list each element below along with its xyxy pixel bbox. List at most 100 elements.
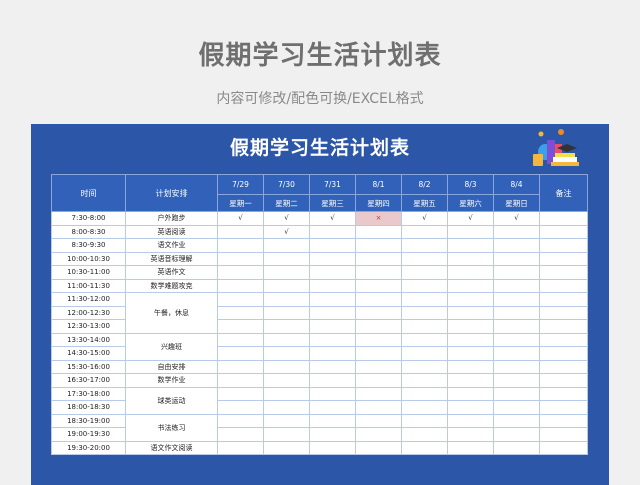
mark-cell[interactable] <box>309 400 356 415</box>
mark-cell[interactable] <box>401 346 448 361</box>
note-cell[interactable] <box>539 359 588 374</box>
mark-cell[interactable] <box>217 440 264 455</box>
mark-cell[interactable] <box>401 278 448 293</box>
mark-cell[interactable] <box>355 373 402 388</box>
mark-cell[interactable] <box>217 278 264 293</box>
mark-cell[interactable] <box>401 427 448 442</box>
note-cell[interactable] <box>539 211 588 226</box>
note-cell[interactable] <box>539 278 588 293</box>
mark-cell[interactable] <box>447 224 494 239</box>
note-cell[interactable] <box>539 305 588 320</box>
note-cell[interactable] <box>539 346 588 361</box>
mark-cell[interactable] <box>263 292 310 307</box>
mark-cell[interactable] <box>493 386 540 401</box>
mark-cell[interactable]: √ <box>493 211 540 226</box>
mark-cell[interactable] <box>217 386 264 401</box>
mark-cell[interactable] <box>309 346 356 361</box>
mark-cell[interactable] <box>263 305 310 320</box>
mark-cell[interactable] <box>447 440 494 455</box>
mark-cell[interactable] <box>355 265 402 280</box>
mark-cell[interactable] <box>401 440 448 455</box>
note-cell[interactable] <box>539 427 588 442</box>
mark-cell[interactable] <box>309 413 356 428</box>
mark-cell[interactable] <box>493 319 540 334</box>
mark-cell[interactable] <box>309 238 356 253</box>
mark-cell[interactable] <box>217 251 264 266</box>
mark-cell[interactable] <box>447 373 494 388</box>
mark-cell[interactable] <box>401 319 448 334</box>
mark-cell[interactable] <box>493 278 540 293</box>
mark-cell[interactable] <box>263 373 310 388</box>
mark-cell[interactable] <box>217 238 264 253</box>
mark-cell[interactable] <box>263 440 310 455</box>
mark-cell[interactable] <box>263 265 310 280</box>
mark-cell[interactable] <box>401 386 448 401</box>
mark-cell[interactable] <box>309 305 356 320</box>
mark-cell[interactable] <box>401 373 448 388</box>
mark-cell[interactable] <box>401 359 448 374</box>
note-cell[interactable] <box>539 332 588 347</box>
mark-cell[interactable] <box>447 305 494 320</box>
mark-cell[interactable] <box>309 359 356 374</box>
mark-cell[interactable] <box>493 359 540 374</box>
mark-cell[interactable] <box>447 238 494 253</box>
mark-cell[interactable] <box>263 346 310 361</box>
note-cell[interactable] <box>539 292 588 307</box>
mark-cell[interactable] <box>355 413 402 428</box>
mark-cell[interactable] <box>309 265 356 280</box>
note-cell[interactable] <box>539 386 588 401</box>
mark-cell[interactable] <box>263 238 310 253</box>
mark-cell[interactable] <box>309 292 356 307</box>
mark-cell[interactable] <box>217 224 264 239</box>
mark-cell[interactable] <box>217 400 264 415</box>
mark-cell[interactable] <box>401 251 448 266</box>
mark-cell[interactable]: √ <box>447 211 494 226</box>
mark-cell[interactable] <box>309 251 356 266</box>
note-cell[interactable] <box>539 238 588 253</box>
mark-cell[interactable]: √ <box>263 211 310 226</box>
mark-cell[interactable] <box>401 413 448 428</box>
mark-cell[interactable] <box>309 386 356 401</box>
mark-cell[interactable]: √ <box>401 211 448 226</box>
mark-cell[interactable] <box>217 346 264 361</box>
note-cell[interactable] <box>539 265 588 280</box>
mark-cell[interactable] <box>355 359 402 374</box>
mark-cell[interactable] <box>309 440 356 455</box>
mark-cell[interactable] <box>493 332 540 347</box>
mark-cell[interactable] <box>447 265 494 280</box>
mark-cell[interactable] <box>309 278 356 293</box>
note-cell[interactable] <box>539 373 588 388</box>
mark-cell[interactable] <box>401 400 448 415</box>
mark-cell[interactable] <box>263 386 310 401</box>
mark-cell[interactable] <box>263 359 310 374</box>
mark-cell[interactable] <box>493 373 540 388</box>
mark-cell[interactable] <box>263 319 310 334</box>
note-cell[interactable] <box>539 224 588 239</box>
mark-cell[interactable] <box>493 265 540 280</box>
mark-cell-cross[interactable]: × <box>355 211 402 226</box>
mark-cell[interactable] <box>447 400 494 415</box>
mark-cell[interactable] <box>309 319 356 334</box>
mark-cell[interactable] <box>355 278 402 293</box>
mark-cell[interactable] <box>263 427 310 442</box>
mark-cell[interactable] <box>447 427 494 442</box>
mark-cell[interactable] <box>355 400 402 415</box>
mark-cell[interactable] <box>493 400 540 415</box>
mark-cell[interactable] <box>447 251 494 266</box>
mark-cell[interactable] <box>355 427 402 442</box>
mark-cell[interactable] <box>355 386 402 401</box>
mark-cell[interactable] <box>217 319 264 334</box>
mark-cell[interactable]: √ <box>263 224 310 239</box>
mark-cell[interactable] <box>493 413 540 428</box>
note-cell[interactable] <box>539 400 588 415</box>
mark-cell[interactable] <box>309 332 356 347</box>
mark-cell[interactable] <box>355 224 402 239</box>
mark-cell[interactable] <box>447 292 494 307</box>
mark-cell[interactable] <box>447 359 494 374</box>
note-cell[interactable] <box>539 319 588 334</box>
mark-cell[interactable] <box>263 413 310 428</box>
mark-cell[interactable] <box>401 238 448 253</box>
mark-cell[interactable] <box>309 427 356 442</box>
mark-cell[interactable] <box>263 400 310 415</box>
mark-cell[interactable] <box>355 305 402 320</box>
